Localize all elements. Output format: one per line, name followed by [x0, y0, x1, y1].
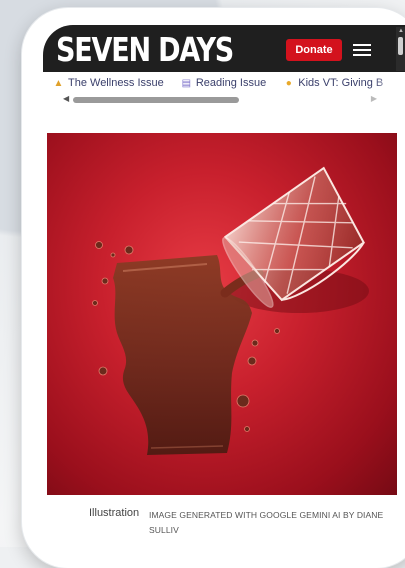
- vertical-scrollbar[interactable]: ▲: [396, 27, 405, 71]
- issue-nav-row: ▲ The Wellness Issue ▤ Reading Issue ● Kids…: [53, 77, 397, 89]
- caption-credit: IMAGE GENERATED WITH GOOGLE GEMINI AI BY…: [149, 510, 384, 535]
- phone-screen: SEVEN DAYS Donate ▲ ▲ The Wellness Issue …: [43, 25, 405, 547]
- horizontal-scrollbar[interactable]: ◀ ▶: [63, 94, 383, 104]
- site-logo[interactable]: SEVEN DAYS: [56, 32, 234, 68]
- scroll-left-arrow-icon[interactable]: ◀: [63, 94, 69, 103]
- issue-nav: ▲ The Wellness Issue ▤ Reading Issue ● Kids…: [43, 72, 405, 110]
- spilled-glass-illustration: [92, 166, 369, 455]
- scrollbar-thumb[interactable]: [398, 37, 403, 55]
- issue-label: Reading Issue: [195, 77, 267, 89]
- issue-link-wellness[interactable]: ▲ The Wellness Issue: [53, 77, 164, 89]
- image-caption: Illustration IMAGE GENERATED WITH GOOGLE…: [43, 503, 405, 547]
- scroll-up-arrow-icon[interactable]: ▲: [398, 27, 404, 35]
- sun-icon: ●: [285, 78, 292, 89]
- issue-link-reading[interactable]: ▤ Reading Issue: [181, 77, 267, 89]
- scrollbar-thumb[interactable]: [73, 97, 239, 103]
- hero-image[interactable]: [47, 133, 397, 495]
- caption-label: Illustration: [89, 507, 140, 519]
- books-icon: ▤: [181, 78, 192, 89]
- scroll-fade: [373, 72, 405, 96]
- figure-icon: ▲: [53, 78, 64, 89]
- issue-label: Kids VT: Giving B: [298, 77, 384, 89]
- issue-label: The Wellness Issue: [68, 77, 164, 89]
- scroll-right-arrow-icon[interactable]: ▶: [371, 94, 377, 103]
- hamburger-icon[interactable]: [351, 41, 373, 59]
- issue-link-kids[interactable]: ● Kids VT: Giving B: [283, 77, 384, 89]
- site-header: SEVEN DAYS Donate ▲: [43, 25, 405, 72]
- donate-button[interactable]: Donate: [286, 39, 342, 61]
